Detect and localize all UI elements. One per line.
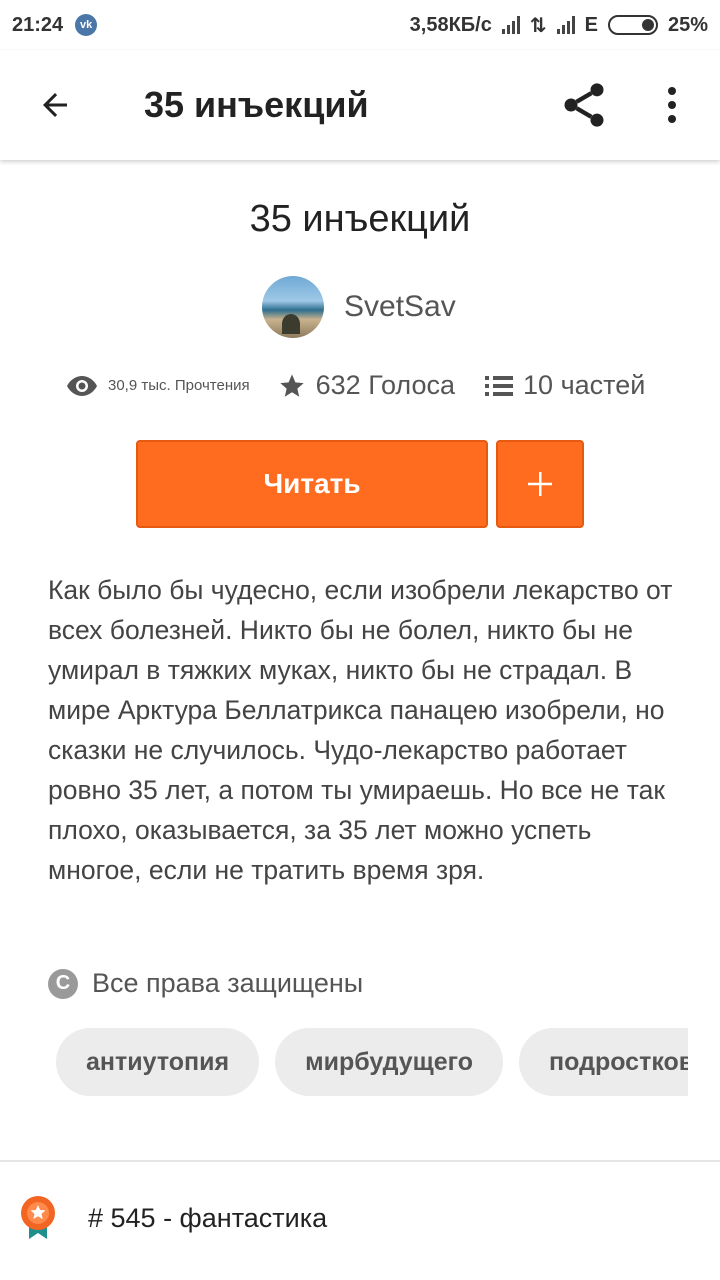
battery-level: 25% [667, 13, 708, 36]
tag-chip[interactable]: подростковая [519, 1028, 688, 1096]
story-stats: 30,9 тыс. Прочтения 632 Голоса 10 частей [66, 370, 675, 401]
copyright-row: C Все права защищены [48, 968, 363, 999]
copyright-text: Все права защищены [92, 968, 364, 998]
list-icon [485, 375, 514, 396]
divider [0, 1160, 720, 1162]
data-transfer-icon: ⇅ [529, 14, 547, 37]
copyright-icon: C [48, 968, 78, 999]
signal-icon-2 [556, 16, 575, 34]
reads-count: 30,9 тыс. Прочтения [108, 377, 250, 394]
ranking-row[interactable]: # 545 - фантастика [18, 1195, 327, 1241]
more-options-button[interactable] [624, 50, 720, 160]
read-button[interactable]: Читать [136, 440, 488, 528]
plus-icon [528, 472, 552, 496]
ranking-text: # 545 - фантастика [88, 1202, 328, 1233]
author-row[interactable]: SvetSav [262, 276, 456, 338]
arrow-back-icon [43, 93, 67, 117]
add-to-library-button[interactable] [496, 440, 584, 528]
toolbar-title: 35 инъекций [144, 84, 369, 125]
network-speed: 3,58КБ/с [409, 13, 492, 36]
votes-stat: 632 Голоса [278, 370, 485, 401]
tag-chip[interactable]: антиутопия [56, 1028, 260, 1096]
more-vert-icon [668, 87, 676, 123]
network-type: E [584, 13, 598, 36]
story-description: Как было бы чудесно, если изобрели лекар… [48, 575, 673, 885]
battery-icon [607, 15, 658, 35]
back-button[interactable] [0, 50, 110, 160]
tag-list: антиутопия мирбудущего подростковая [56, 1028, 688, 1096]
votes-count: 632 Голоса [315, 370, 456, 400]
status-time: 21:24 [12, 13, 64, 36]
story-title: 35 инъекций [249, 198, 471, 240]
ranking-badge-icon [18, 1195, 58, 1241]
share-button[interactable] [544, 50, 624, 160]
top-app-bar: 35 инъекций [0, 50, 720, 160]
eye-icon [67, 375, 97, 396]
status-bar: 21:24 vk 3,58КБ/с ⇅ E 25% [0, 0, 720, 50]
signal-icon [501, 16, 520, 34]
vk-notification-icon: vk [75, 14, 98, 36]
share-icon [564, 83, 604, 127]
parts-count: 10 частей [523, 370, 646, 400]
status-indicators: 3,58КБ/с ⇅ E 25% [410, 13, 708, 38]
author-avatar[interactable] [262, 276, 324, 338]
tag-chip[interactable]: мирбудущего [275, 1028, 504, 1096]
parts-stat: 10 частей [485, 370, 675, 401]
reads-stat: 30,9 тыс. Прочтения [66, 375, 278, 397]
author-name[interactable]: SvetSav [344, 290, 456, 324]
star-icon [279, 373, 304, 397]
